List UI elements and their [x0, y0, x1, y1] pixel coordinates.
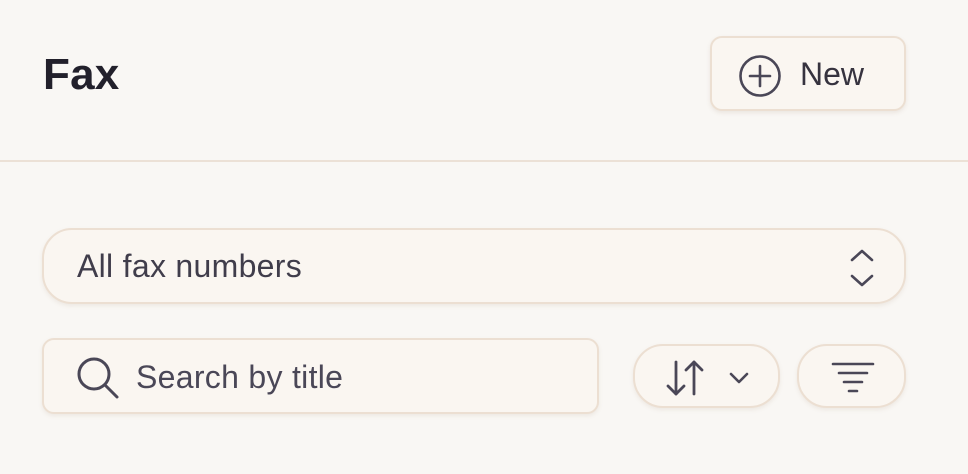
plus-circle-icon — [739, 55, 781, 97]
sort-button[interactable] — [633, 344, 780, 408]
sort-arrows-icon — [666, 360, 704, 396]
search-field[interactable] — [42, 338, 599, 414]
filter-button[interactable] — [797, 344, 906, 408]
search-input[interactable] — [136, 352, 576, 402]
new-fax-button[interactable]: New — [710, 36, 906, 111]
new-button-label: New — [800, 56, 865, 92]
search-icon — [77, 357, 119, 399]
fax-number-select[interactable]: All fax numbers — [42, 228, 906, 304]
chevron-up-down-icon — [850, 249, 874, 287]
page-title: Fax — [43, 50, 120, 99]
fax-number-select-value: All fax numbers — [77, 248, 303, 284]
chevron-down-icon — [729, 372, 749, 384]
filter-lines-icon — [831, 362, 875, 393]
page-header: Fax New — [0, 0, 968, 162]
